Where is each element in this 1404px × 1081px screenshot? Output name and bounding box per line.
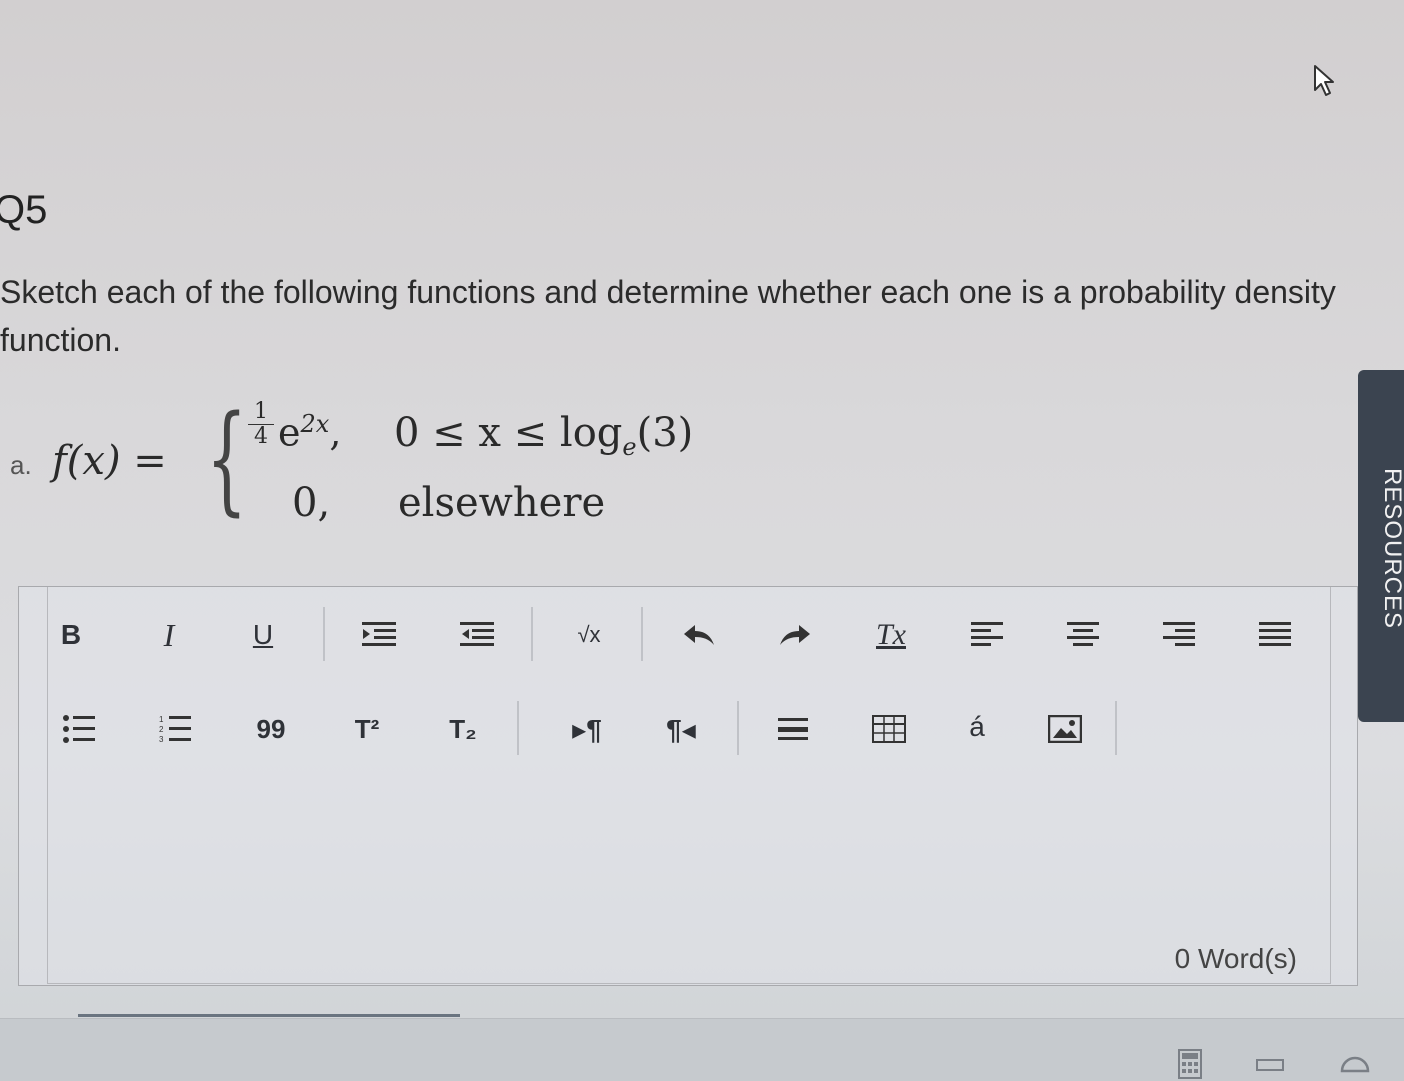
condition-tail: (3) — [636, 410, 694, 456]
toolbar-separator — [531, 607, 533, 661]
horizontal-rule-button[interactable] — [771, 707, 815, 751]
fraction-denominator: 4 — [254, 424, 268, 449]
justify-icon — [1259, 622, 1291, 646]
image-icon — [1048, 715, 1082, 743]
numbered-list-icon: 123 — [159, 715, 191, 743]
question-prompt: Sketch each of the following functions a… — [0, 274, 1336, 358]
indent-icon — [362, 622, 396, 646]
resources-tab[interactable]: RESOURCES — [1358, 370, 1404, 722]
svg-text:2: 2 — [159, 725, 164, 734]
toolbar-separator — [737, 701, 739, 755]
word-count: 0 Word(s) — [1174, 943, 1297, 974]
bulleted-list-button[interactable] — [57, 707, 101, 751]
bold-button[interactable]: B — [49, 613, 93, 657]
part-a-equation: a. f(x) = { 1 4 e2x, 0 ≤ x ≤ loge(3) 0, … — [10, 398, 770, 538]
progress-underline — [78, 1014, 460, 1017]
justify-button[interactable] — [1253, 613, 1297, 657]
protractor-icon[interactable] — [1340, 1051, 1370, 1073]
log-base: e — [622, 433, 637, 461]
condition-text: 0 ≤ x ≤ log — [394, 410, 623, 456]
part-label: a. — [10, 450, 32, 480]
align-center-icon — [1067, 622, 1099, 646]
redo-button[interactable] — [773, 613, 817, 657]
toolbar-separator — [641, 607, 643, 661]
indent-button[interactable] — [357, 613, 401, 657]
case1-condition: 0 ≤ x ≤ loge(3) — [394, 410, 693, 461]
fraction-numerator: 1 — [248, 400, 274, 425]
question-number: Q5 — [0, 188, 48, 232]
mouse-cursor-icon — [1314, 65, 1334, 96]
toolbar-separator — [323, 607, 325, 661]
fraction: 1 4 — [248, 400, 274, 449]
clear-format-button[interactable]: Tx — [869, 613, 913, 657]
special-character-button[interactable]: á — [955, 705, 999, 749]
align-right-icon — [1163, 622, 1195, 646]
horizontal-rule-icon — [778, 718, 808, 740]
svg-text:3: 3 — [159, 735, 164, 743]
subscript-button[interactable]: T₂ — [441, 707, 485, 751]
piecewise-brace: { — [206, 389, 248, 527]
italic-button[interactable]: I — [147, 613, 191, 657]
exp-base: e — [278, 410, 301, 455]
ruler-icon[interactable] — [1256, 1059, 1284, 1071]
case2-condition: elsewhere — [398, 480, 606, 526]
image-button[interactable] — [1043, 707, 1087, 751]
align-right-button[interactable] — [1157, 613, 1201, 657]
underline-button[interactable]: U — [241, 613, 285, 657]
blockquote-button[interactable]: 99 — [249, 707, 293, 751]
resources-label: RESOURCES — [1379, 468, 1404, 630]
function-name: f(x) = — [52, 438, 167, 484]
numbered-list-button[interactable]: 123 — [153, 707, 197, 751]
calculator-icon[interactable] — [1178, 1049, 1202, 1079]
superscript-button[interactable]: T² — [345, 707, 389, 751]
outdent-button[interactable] — [455, 613, 499, 657]
table-icon — [872, 715, 906, 743]
bottom-bar — [0, 1018, 1404, 1081]
answer-editor[interactable]: B I U √x Tx 123 99 T² T₂ ▸¶ ¶◂ á 0 Word(… — [18, 586, 1358, 986]
rtl-button[interactable]: ¶◂ — [659, 707, 703, 751]
bulleted-list-icon — [63, 715, 95, 743]
toolbar-separator — [517, 701, 519, 755]
table-button[interactable] — [867, 707, 911, 751]
svg-text:1: 1 — [159, 715, 164, 724]
undo-icon — [684, 625, 714, 645]
redo-icon — [780, 625, 810, 645]
outdent-icon — [460, 622, 494, 646]
exp-power: 2x — [300, 410, 330, 438]
align-left-icon — [971, 622, 1003, 646]
toolbar-separator — [1115, 701, 1117, 755]
align-left-button[interactable] — [965, 613, 1009, 657]
undo-button[interactable] — [677, 613, 721, 657]
ltr-button[interactable]: ▸¶ — [565, 707, 609, 751]
sqrt-button[interactable]: √x — [567, 613, 611, 657]
exponential-term: e2x, — [278, 410, 341, 455]
case1-separator: , — [329, 410, 342, 455]
align-center-button[interactable] — [1061, 613, 1105, 657]
case2-value: 0, — [292, 480, 331, 526]
